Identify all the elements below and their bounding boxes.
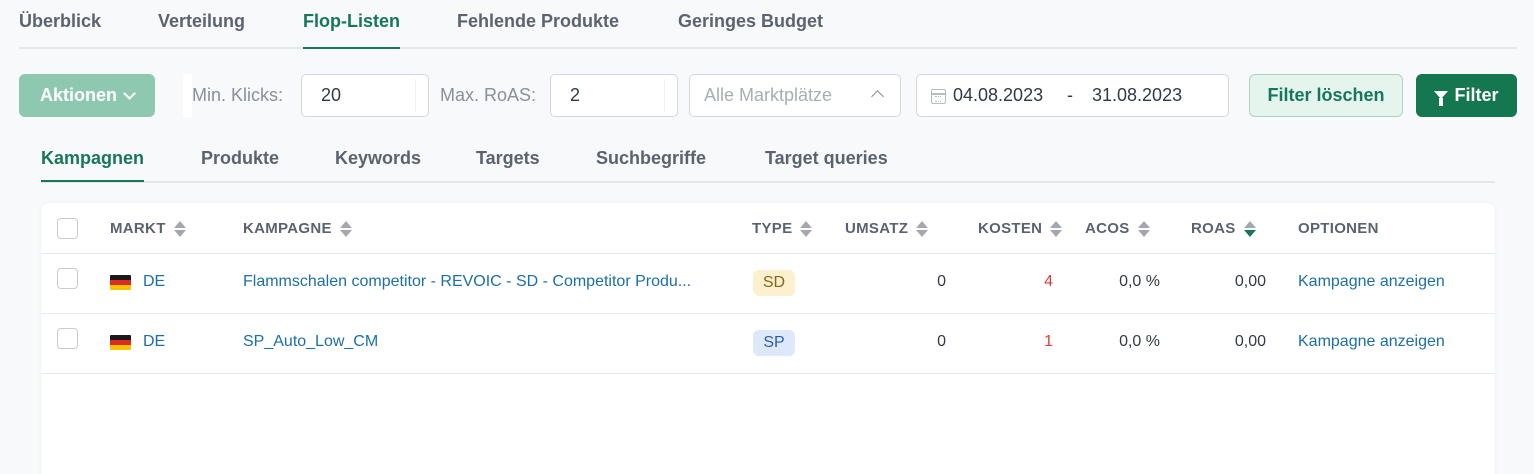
main-tabs: Überblick Verteilung Flop-Listen Fehlend…: [19, 0, 1517, 49]
view-campaign-link[interactable]: Kampagne anzeigen: [1298, 333, 1445, 351]
date-end: 31.08.2023: [1092, 85, 1183, 105]
column-label: ROAS: [1191, 220, 1236, 237]
type-badge: SD: [753, 270, 795, 296]
column-header-roas[interactable]: ROAS: [1191, 220, 1256, 237]
sort-icon: [339, 220, 352, 237]
clear-filter-button[interactable]: Filter löschen: [1249, 74, 1403, 117]
funnel-icon: [1434, 90, 1449, 106]
tab-target-queries[interactable]: Target queries: [765, 148, 888, 169]
column-label: KOSTEN: [978, 220, 1043, 237]
date-range-picker[interactable]: 04.08.2023 - 31.08.2023: [916, 74, 1229, 117]
revenue-value: 0: [937, 273, 946, 290]
market-link[interactable]: DE: [143, 333, 165, 351]
row-checkbox[interactable]: [57, 328, 78, 349]
tab-targets[interactable]: Targets: [476, 148, 540, 169]
acos-value: 0,0 %: [1119, 333, 1160, 350]
min-clicks-input[interactable]: 20: [301, 74, 429, 117]
column-header-market[interactable]: MARKT: [110, 220, 186, 237]
input-stepper-divider: [664, 79, 665, 112]
column-label: TYPE: [752, 220, 793, 237]
row-checkbox[interactable]: [57, 268, 78, 289]
sort-icon: [1050, 220, 1063, 237]
sort-icon: [800, 220, 813, 237]
table-row: DE Flammschalen competitor - REVOIC - SD…: [41, 254, 1495, 314]
max-roas-input[interactable]: 2: [550, 74, 678, 117]
input-stepper-divider: [415, 79, 416, 112]
select-all-checkbox[interactable]: [57, 218, 78, 239]
marketplace-placeholder: Alle Marktplätze: [704, 85, 833, 105]
filter-label: Filter: [1454, 85, 1499, 105]
tab-kampagnen[interactable]: Kampagnen: [41, 148, 145, 182]
chevron-up-icon: [871, 90, 884, 103]
filter-button[interactable]: Filter: [1416, 74, 1517, 117]
column-header-options: OPTIONEN: [1298, 220, 1379, 237]
type-badge: SP: [753, 330, 795, 356]
roas-value: 0,00: [1234, 333, 1266, 350]
market-link[interactable]: DE: [143, 273, 165, 291]
tab-geringes-budget[interactable]: Geringes Budget: [678, 11, 823, 32]
date-separator: -: [1067, 85, 1073, 105]
marketplace-select[interactable]: Alle Marktplätze: [689, 74, 901, 117]
tab-suchbegriffe[interactable]: Suchbegriffe: [596, 148, 706, 169]
min-clicks-label: Min. Klicks:: [192, 85, 284, 105]
column-label: UMSATZ: [845, 220, 909, 237]
sort-icon: [916, 220, 929, 237]
tab-verteilung[interactable]: Verteilung: [158, 11, 245, 32]
roas-value: 0,00: [1234, 273, 1266, 290]
view-campaign-link[interactable]: Kampagne anzeigen: [1298, 273, 1445, 291]
actions-dropdown-button[interactable]: Aktionen: [19, 74, 155, 117]
actions-label: Aktionen: [39, 85, 117, 105]
tab-fehlende-produkte[interactable]: Fehlende Produkte: [457, 11, 619, 32]
cost-value: 1: [1044, 333, 1053, 350]
table-row: DE SP_Auto_Low_CM SP 0 1 0,0 % 0,00 Kamp…: [41, 314, 1495, 374]
sort-icon: [173, 220, 186, 237]
column-header-acos[interactable]: ACOS: [1085, 220, 1150, 237]
date-start: 04.08.2023: [953, 85, 1044, 105]
column-label: ACOS: [1085, 220, 1130, 237]
table-header: MARKT KAMPAGNE TYPE UMSATZ KOSTEN ACOS R…: [41, 203, 1495, 254]
campaign-link[interactable]: SP_Auto_Low_CM: [243, 333, 378, 351]
campaign-table: MARKT KAMPAGNE TYPE UMSATZ KOSTEN ACOS R…: [41, 203, 1495, 474]
chevron-down-icon: [123, 86, 136, 100]
max-roas-value: 2: [570, 85, 581, 105]
column-label: OPTIONEN: [1298, 220, 1379, 237]
tab-ueberblick[interactable]: Überblick: [19, 11, 101, 32]
sort-icon: [1137, 220, 1150, 237]
calendar-icon: [931, 89, 946, 104]
column-label: KAMPAGNE: [243, 220, 332, 237]
column-header-cost[interactable]: KOSTEN: [978, 220, 1063, 237]
germany-flag-icon: [110, 275, 131, 290]
tab-produkte[interactable]: Produkte: [201, 148, 279, 169]
revenue-value: 0: [937, 333, 946, 350]
column-header-type[interactable]: TYPE: [752, 220, 813, 237]
sort-desc-icon: [1243, 220, 1256, 237]
tab-keywords[interactable]: Keywords: [335, 148, 421, 169]
acos-value: 0,0 %: [1119, 273, 1160, 290]
campaign-link[interactable]: Flammschalen competitor - REVOIC - SD - …: [243, 273, 691, 291]
column-label: MARKT: [110, 220, 166, 237]
germany-flag-icon: [110, 335, 131, 350]
max-roas-label: Max. RoAS:: [440, 85, 537, 105]
column-header-revenue[interactable]: UMSATZ: [845, 220, 929, 237]
tab-flop-listen[interactable]: Flop-Listen: [303, 11, 400, 49]
min-clicks-value: 20: [321, 85, 342, 105]
cost-value: 4: [1044, 273, 1053, 290]
entity-tabs: Kampagnen Produkte Keywords Targets Such…: [41, 141, 1495, 183]
column-header-campaign[interactable]: KAMPAGNE: [243, 220, 352, 237]
divider: [183, 74, 192, 117]
